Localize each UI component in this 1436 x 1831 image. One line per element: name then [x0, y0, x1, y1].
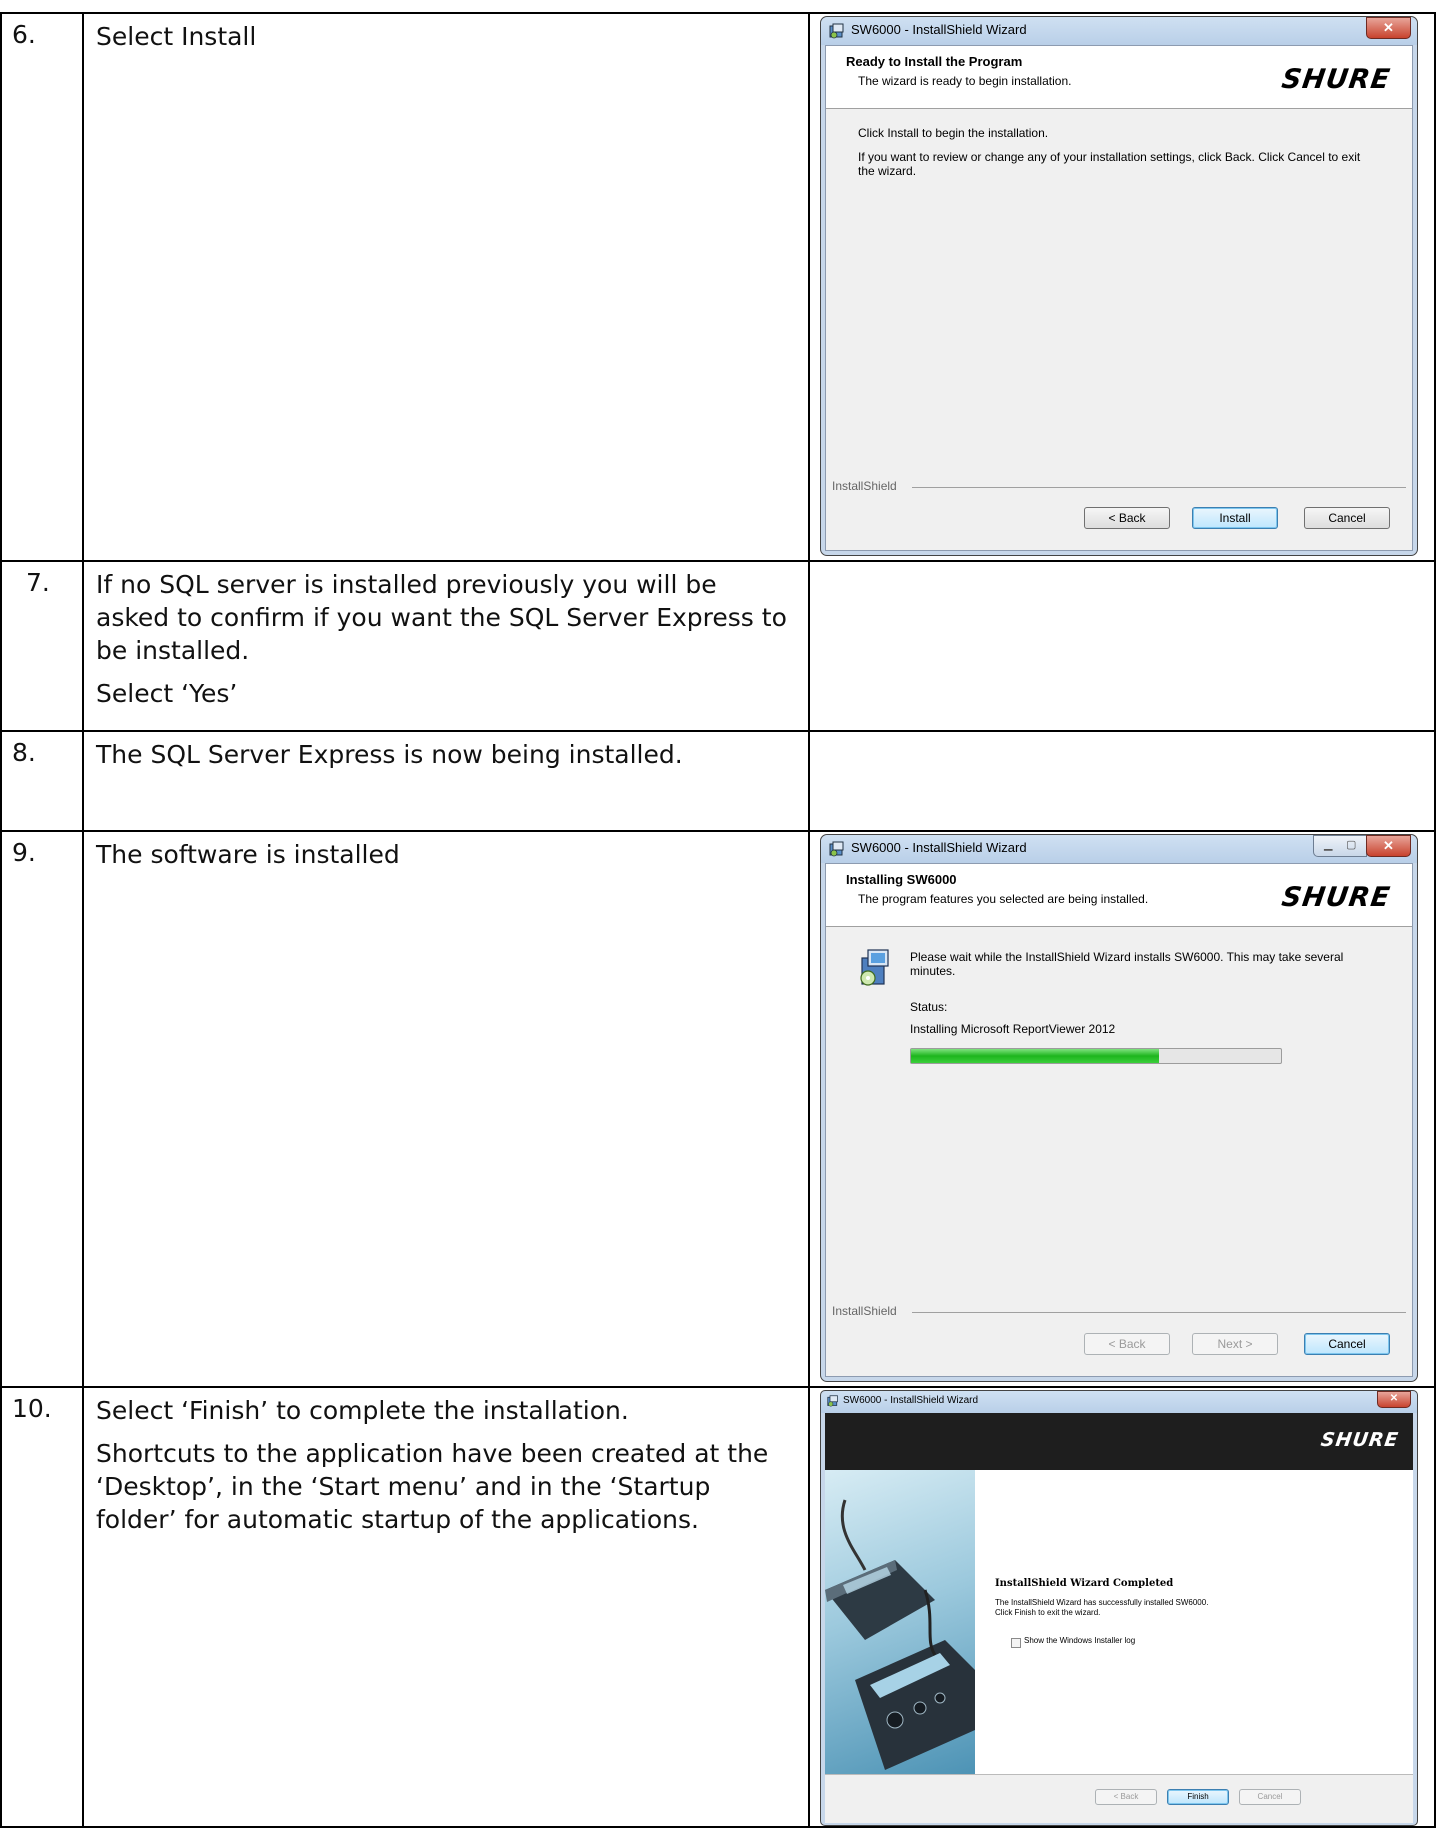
divider: [912, 1312, 1406, 1313]
steps-table: 6. Select Install SW6000 - InstallShield…: [0, 12, 1436, 1828]
window-title: SW6000 - InstallShield Wizard: [851, 22, 1027, 37]
shure-logo: SHURE: [1279, 64, 1393, 95]
step-text: The SQL Server Express is now being inst…: [82, 730, 810, 832]
checkbox-label: Show the Windows Installer log: [1024, 1636, 1136, 1645]
step-row-6: 6. Select Install SW6000 - InstallShield…: [0, 12, 1436, 562]
step-paragraph: The software is installed: [96, 840, 400, 869]
dialog-body: Ready to Install the Program The wizard …: [825, 45, 1413, 551]
dialog-subheading: The program features you selected are be…: [858, 892, 1149, 906]
progress-fill: [911, 1049, 1159, 1063]
step-row-9: 9. The software is installed SW6000 - In…: [0, 830, 1436, 1388]
dialog-body: Installing SW6000 The program features y…: [825, 863, 1413, 1377]
installshield-brand: InstallShield: [832, 479, 897, 493]
cancel-button[interactable]: Cancel: [1239, 1789, 1301, 1805]
title-bar: SW6000 - InstallShield Wizard ✕: [821, 1391, 1417, 1413]
close-icon[interactable]: ✕: [1377, 1391, 1411, 1408]
step-text: The software is installed: [82, 830, 810, 1388]
dialog-header: Installing SW6000 The program features y…: [826, 864, 1412, 927]
product-photo: [825, 1470, 975, 1774]
installshield-dialog-ready: SW6000 - InstallShield Wizard ✕ Ready to…: [820, 16, 1418, 556]
screenshot-cell: [808, 560, 1436, 732]
installer-icon: [827, 1395, 838, 1407]
completion-panel: InstallShield Wizard Completed The Insta…: [825, 1470, 1413, 1774]
installer-icon: [829, 23, 844, 39]
divider: [912, 487, 1406, 488]
screenshot-cell: SW6000 - InstallShield Wizard ✕ SHURE In…: [808, 1386, 1436, 1828]
dialog-subheading: The wizard is ready to begin installatio…: [858, 74, 1072, 88]
step-text: Select ‘Finish’ to complete the installa…: [82, 1386, 810, 1828]
completion-heading: InstallShield Wizard Completed: [995, 1578, 1174, 1589]
installshield-dialog-installing: SW6000 - InstallShield Wizard ▁ ▢ ✕ Insta…: [820, 834, 1418, 1382]
step-row-10: 10. Select ‘Finish’ to complete the inst…: [0, 1386, 1436, 1828]
dialog-header: Ready to Install the Program The wizard …: [826, 46, 1412, 109]
dialog-footer: < Back Finish Cancel: [825, 1774, 1413, 1823]
cancel-button[interactable]: Cancel: [1304, 1333, 1390, 1355]
screenshot-cell: SW6000 - InstallShield Wizard ✕ Ready to…: [808, 12, 1436, 562]
step-paragraph: Shortcuts to the application have been c…: [96, 1439, 769, 1534]
back-button[interactable]: < Back: [1084, 1333, 1170, 1355]
step-paragraph: If no SQL server is installed previously…: [96, 570, 787, 665]
window-title: SW6000 - InstallShield Wizard: [851, 840, 1027, 855]
screenshot-cell: [808, 730, 1436, 832]
dialog-banner: SHURE: [825, 1413, 1413, 1470]
installshield-brand: InstallShield: [832, 1304, 897, 1318]
back-button[interactable]: < Back: [1095, 1789, 1157, 1805]
window-title: SW6000 - InstallShield Wizard: [843, 1395, 979, 1406]
progress-bar: [910, 1048, 1282, 1064]
step-number: 10.: [0, 1386, 84, 1828]
step-text: If no SQL server is installed previously…: [82, 560, 810, 732]
install-button[interactable]: Install: [1192, 507, 1278, 529]
shure-logo: SHURE: [1279, 882, 1393, 913]
status-label: Status:: [910, 1000, 948, 1014]
next-button[interactable]: Next >: [1192, 1333, 1278, 1355]
step-text: Select Install: [82, 12, 810, 562]
step-paragraph: Select ‘Finish’ to complete the installa…: [96, 1396, 629, 1425]
screenshot-cell: SW6000 - InstallShield Wizard ▁ ▢ ✕ Insta…: [808, 830, 1436, 1388]
minimize-maximize-controls[interactable]: ▁ ▢: [1313, 835, 1367, 857]
title-bar: SW6000 - InstallShield Wizard ✕: [821, 17, 1417, 45]
step-row-8: 8. The SQL Server Express is now being i…: [0, 730, 1436, 832]
back-button[interactable]: < Back: [1084, 507, 1170, 529]
cancel-button[interactable]: Cancel: [1304, 507, 1390, 529]
step-number: 8.: [0, 730, 84, 832]
step-number: 9.: [0, 830, 84, 1388]
conference-unit-illustration: [825, 1499, 975, 1770]
installer-icon: [829, 841, 844, 857]
title-bar: SW6000 - InstallShield Wizard ▁ ▢ ✕: [821, 835, 1417, 863]
dialog-heading: Installing SW6000: [846, 872, 957, 887]
step-number: 7.: [0, 560, 84, 732]
shure-logo: SHURE: [1319, 1429, 1401, 1451]
installer-package-icon: [860, 949, 889, 986]
completion-text: Click Finish to exit the wizard.: [995, 1608, 1101, 1617]
finish-button[interactable]: Finish: [1167, 1789, 1229, 1805]
instruction-text: If you want to review or change any of y…: [858, 150, 1361, 178]
wait-message: Please wait while the InstallShield Wiza…: [910, 950, 1344, 978]
status-value: Installing Microsoft ReportViewer 2012: [910, 1022, 1116, 1036]
installshield-dialog-completed: SW6000 - InstallShield Wizard ✕ SHURE In…: [820, 1390, 1418, 1825]
step-number: 6.: [0, 12, 84, 562]
completion-text: The InstallShield Wizard has successfull…: [995, 1598, 1209, 1607]
step-row-7: 7. If no SQL server is installed previou…: [0, 560, 1436, 732]
instruction-text: Click Install to begin the installation.: [858, 126, 1049, 140]
installer-log-checkbox[interactable]: [1011, 1638, 1021, 1648]
close-icon[interactable]: ✕: [1366, 17, 1411, 39]
step-paragraph: The SQL Server Express is now being inst…: [96, 740, 683, 769]
dialog-heading: Ready to Install the Program: [846, 54, 1023, 69]
step-paragraph: Select ‘Yes’: [96, 679, 238, 708]
close-icon[interactable]: ✕: [1366, 835, 1411, 857]
step-paragraph: Select Install: [96, 22, 257, 51]
